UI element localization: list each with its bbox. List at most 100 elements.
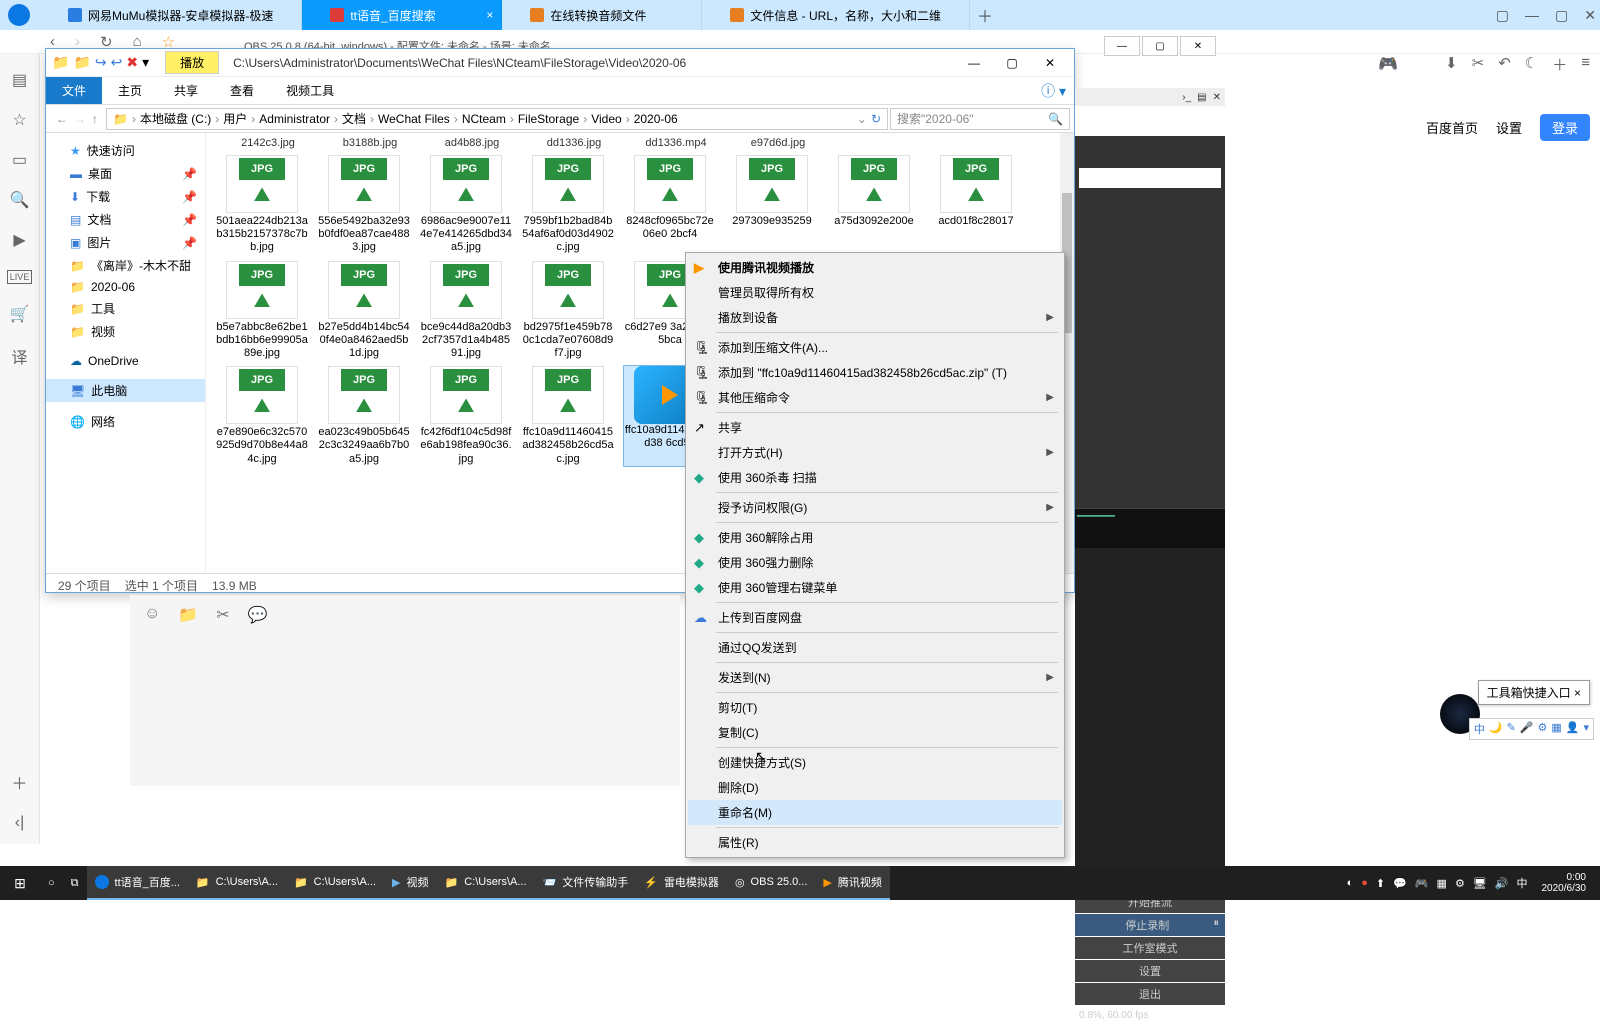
ctx-cut[interactable]: 剪切(T) (688, 695, 1062, 720)
moon-icon[interactable]: ☾ (1525, 54, 1538, 75)
ctx-add-archive[interactable]: 🗜添加到压缩文件(A)... (688, 335, 1062, 360)
dropdown-icon[interactable]: ▾ (142, 54, 149, 71)
task-item[interactable]: tt语音_百度... (87, 866, 188, 900)
emoji-icon[interactable]: ☺ (144, 605, 160, 625)
ctx-sendto[interactable]: 发送到(N)▶ (688, 665, 1062, 690)
search-icon[interactable]: 🔍 (10, 190, 30, 210)
chat-icon[interactable]: 💬 (248, 605, 268, 625)
nav-network[interactable]: 🌐网络 (46, 410, 205, 433)
system-tray[interactable]: ◐ ● ⬆ 💬 🎮 ▦ ⚙ 🖥 🔊 中 0:00 2020/6/30 (1347, 872, 1600, 894)
game-icon[interactable]: 🎮 (1378, 54, 1398, 74)
obs-exit[interactable]: 退出 (1075, 983, 1225, 1005)
obs-studio-mode[interactable]: 工作室模式 (1075, 937, 1225, 959)
browser-tab-2[interactable]: 在线转换音频文件 (502, 0, 702, 30)
plus-icon[interactable]: ＋ (1552, 54, 1567, 75)
task-item[interactable]: 📁C:\Users\A... (188, 866, 286, 900)
translate-icon[interactable]: 译 (11, 344, 27, 368)
ctx-grant[interactable]: 授予访问权限(G)▶ (688, 495, 1062, 520)
note-icon[interactable]: ▤ (12, 70, 27, 90)
nav-pictures[interactable]: ▣图片📌 (46, 231, 205, 254)
search-input[interactable]: 搜索"2020-06" 🔍 (890, 108, 1070, 130)
tray-icon[interactable]: ⚙ (1455, 877, 1465, 890)
file-item[interactable]: JPG⛰acd01f8c28017 (930, 155, 1022, 255)
add-icon[interactable]: ＋ (11, 770, 27, 794)
tray-icon[interactable]: 🖥 (1473, 877, 1487, 890)
close-icon[interactable]: × (1574, 686, 1581, 700)
extension-icon[interactable]: ▢ (1496, 7, 1509, 24)
nav-back-icon[interactable]: ← (56, 112, 68, 126)
breadcrumb[interactable]: 📁 ›本地磁盘 (C:) ›用户 ›Administrator ›文档 ›WeC… (106, 108, 888, 130)
nav-thispc[interactable]: 🖥此电脑 (46, 379, 205, 402)
ctx-open-with[interactable]: 打开方式(H)▶ (688, 440, 1062, 465)
help-icon[interactable]: ⓘ ▾ (1041, 81, 1066, 101)
nav-folder1[interactable]: 📁《离岸》-木木不甜 (46, 254, 205, 277)
close-icon[interactable]: ✕ (1584, 7, 1596, 24)
tray-icon[interactable]: 💬 (1393, 877, 1407, 890)
nav-onedrive[interactable]: ☁OneDrive (46, 351, 205, 371)
bookmark-icon[interactable]: ☆ (12, 110, 26, 130)
ribbon-video[interactable]: 视频工具 (270, 77, 350, 104)
folder-icon[interactable]: 📁 (178, 605, 198, 625)
close-icon[interactable]: ✕ (1213, 92, 1221, 103)
task-item[interactable]: ⚡雷电模拟器 (636, 866, 727, 900)
task-item[interactable]: ▶视频 (384, 866, 436, 900)
ctx-scan-360[interactable]: ◆使用 360杀毒 扫描 (688, 465, 1062, 490)
nav-up-icon[interactable]: ↑ (92, 112, 98, 126)
tray-icon[interactable]: ⬆ (1376, 877, 1385, 890)
baidu-settings-link[interactable]: 设置 (1496, 118, 1522, 137)
search-icon[interactable]: 🔍 (1048, 112, 1063, 126)
obs-min-icon[interactable]: — (1104, 36, 1140, 56)
minimize-icon[interactable]: — (1525, 7, 1539, 23)
file-item[interactable]: JPG⛰ea023c49b05b6452c3c3249aa6b7b0a5.jpg (318, 366, 410, 466)
download-icon[interactable]: ⬇ (1445, 54, 1458, 75)
ctx-menu-360[interactable]: ◆使用 360管理右键菜单 (688, 575, 1062, 600)
dropdown-icon[interactable]: ⌄ (857, 112, 867, 126)
undo-icon[interactable]: ↩ (111, 54, 123, 71)
task-item[interactable]: ◎OBS 25.0... (727, 866, 815, 900)
menu-icon[interactable]: ≡ (1581, 54, 1590, 75)
folder-icon[interactable]: 📁 (73, 54, 90, 71)
task-item[interactable]: 📁C:\Users\A... (436, 866, 534, 900)
cart-icon[interactable]: 🛒 (10, 304, 30, 324)
scissors-icon[interactable]: ✂ (1472, 54, 1485, 75)
ctx-qq[interactable]: 通过QQ发送到 (688, 635, 1062, 660)
ribbon-home[interactable]: 主页 (102, 77, 158, 104)
minimize-icon[interactable]: — (956, 51, 992, 75)
volume-icon[interactable]: 🔊 (1495, 877, 1509, 890)
ctx-admin[interactable]: 管理员取得所有权 (688, 280, 1062, 305)
task-item[interactable]: 📁C:\Users\A... (286, 866, 384, 900)
new-tab-button[interactable]: ＋ (970, 3, 1000, 27)
file-item[interactable]: JPG⛰6986ac9e9007e114e7e414265dbd34a5.jpg (420, 155, 512, 255)
maximize-icon[interactable]: ▢ (994, 51, 1030, 75)
ctx-delete[interactable]: 删除(D) (688, 775, 1062, 800)
file-item[interactable]: JPG⛰b27e5dd4b14bc540f4e0a8462aed5b1d.jpg (318, 261, 410, 361)
folder-icon[interactable]: 📁 (52, 54, 69, 71)
tray-icon[interactable]: ◐ (1347, 877, 1354, 889)
start-button[interactable]: ⊞ (0, 866, 40, 900)
nav-quick[interactable]: ★快速访问 (46, 139, 205, 162)
ctx-play-tencent[interactable]: ▶使用腾讯视频播放 (688, 255, 1062, 280)
browser-tab-0[interactable]: 网易MuMu模拟器-安卓模拟器-极速 (40, 0, 302, 30)
nav-downloads[interactable]: ⬇下载📌 (46, 185, 205, 208)
maximize-icon[interactable]: ▢ (1555, 7, 1568, 24)
ribbon-view[interactable]: 查看 (214, 77, 270, 104)
ribbon-file[interactable]: 文件 (46, 77, 102, 104)
nav-desktop[interactable]: ▬桌面📌 (46, 162, 205, 185)
task-item[interactable]: ▶腾讯视频 (815, 866, 889, 900)
obs-close-icon[interactable]: ✕ (1180, 36, 1216, 56)
obs-max-icon[interactable]: ▢ (1142, 36, 1178, 56)
ctx-forcedel-360[interactable]: ◆使用 360强力删除 (688, 550, 1062, 575)
ctx-copy[interactable]: 复制(C) (688, 720, 1062, 745)
file-item[interactable]: JPG⛰b5e7abbc8e62be1bdb16bb6e99905a89e.jp… (216, 261, 308, 361)
obs-stop-record[interactable]: 停止录制 ⏸ (1075, 914, 1225, 936)
file-item[interactable]: JPG⛰8248cf0965bc72e06e0 2bcf4 (624, 155, 716, 255)
login-button[interactable]: 登录 (1540, 114, 1590, 141)
ctx-shortcut[interactable]: 创建快捷方式(S) (688, 750, 1062, 775)
taskview-icon[interactable]: ⧉ (63, 866, 87, 900)
ctx-cast[interactable]: 播放到设备▶ (688, 305, 1062, 330)
ctx-baidu[interactable]: ☁上传到百度网盘 (688, 605, 1062, 630)
ribbon-share[interactable]: 共享 (158, 77, 214, 104)
scissors-icon[interactable]: ✂ (216, 605, 229, 625)
play-tab[interactable]: 播放 (165, 51, 219, 74)
ctx-other-compress[interactable]: 🗜其他压缩命令▶ (688, 385, 1062, 410)
